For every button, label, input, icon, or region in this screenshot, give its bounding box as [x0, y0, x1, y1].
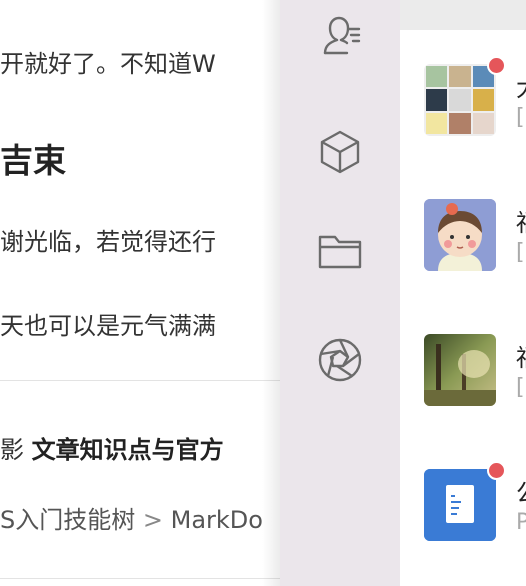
- article-pane: 开就好了。不知道W 吉束 谢光临，若觉得还行 天也可以是元气满满 影 文章知识点…: [0, 0, 290, 586]
- chat-item[interactable]: 福 [: [400, 320, 526, 420]
- box-icon[interactable]: [310, 122, 370, 182]
- overlay-shadow: [262, 0, 280, 586]
- chat-item[interactable]: 福 [: [400, 185, 526, 285]
- chat-preview: [: [516, 240, 525, 265]
- chat-preview: [: [516, 105, 525, 130]
- article-line: 谢光临，若觉得还行: [0, 228, 216, 256]
- unread-badge: [487, 56, 506, 75]
- chevron-right-icon: >: [142, 506, 163, 534]
- document-icon: [424, 469, 496, 541]
- breadcrumb-item[interactable]: MarkDo: [171, 506, 263, 534]
- cartoon-avatar: [424, 199, 496, 271]
- related-article-link[interactable]: 影 文章知识点与官方: [0, 430, 224, 465]
- chat-item[interactable]: 大 [: [400, 50, 526, 150]
- aperture-icon[interactable]: [310, 330, 370, 390]
- chat-preview: P: [516, 510, 526, 535]
- chat-item[interactable]: 公 P: [400, 455, 526, 555]
- chat-name: 福: [516, 338, 526, 373]
- chat-name: 公: [516, 473, 526, 508]
- related-prefix: 影: [0, 436, 24, 464]
- breadcrumb[interactable]: S入门技能树 > MarkDo: [0, 500, 263, 535]
- chat-name: 福: [516, 203, 526, 238]
- chat-name: 大: [516, 68, 526, 103]
- divider: [0, 578, 290, 579]
- article-line: 天也可以是元气满满: [0, 312, 216, 340]
- article-line: 开就好了。不知道W: [0, 50, 216, 78]
- chat-list: 大 [ 福 [: [400, 0, 526, 586]
- article-heading: 吉束: [0, 141, 66, 180]
- forest-photo-avatar: [424, 334, 496, 406]
- related-title: 文章知识点与官方: [31, 436, 224, 464]
- divider: [0, 380, 290, 381]
- unread-badge: [487, 461, 506, 480]
- icon-sidebar: [280, 0, 400, 586]
- chat-preview: [: [516, 375, 525, 400]
- chat-list-header: [400, 0, 526, 30]
- contacts-icon[interactable]: [310, 8, 370, 68]
- breadcrumb-item[interactable]: S入门技能树: [0, 506, 135, 534]
- group-avatar: [424, 64, 496, 136]
- folder-icon[interactable]: [310, 220, 370, 280]
